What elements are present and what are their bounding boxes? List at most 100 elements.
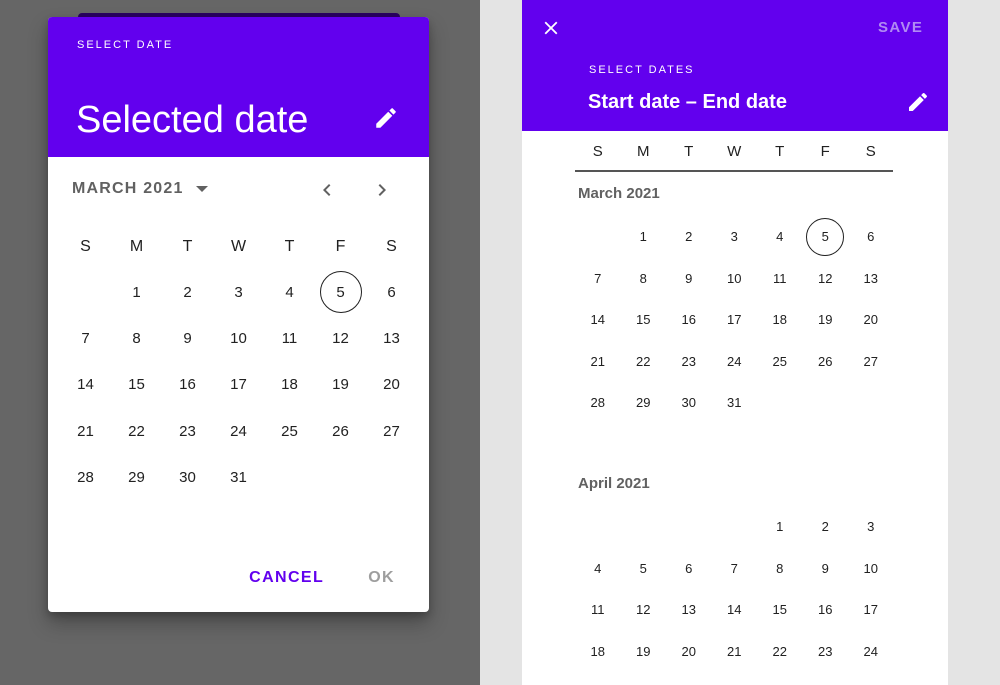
month-year-selector[interactable]: MARCH 2021: [72, 180, 208, 198]
day-cell[interactable]: 3: [213, 269, 264, 315]
day-cell[interactable]: 24: [213, 408, 264, 454]
day-cell[interactable]: 13: [666, 589, 712, 631]
day-cell[interactable]: 31: [213, 455, 264, 501]
day-cell[interactable]: 19: [315, 362, 366, 408]
day-cell[interactable]: 7: [60, 315, 111, 361]
day-cell[interactable]: 13: [848, 258, 894, 300]
day-cell[interactable]: 24: [848, 631, 894, 673]
day-cell[interactable]: 27: [848, 341, 894, 383]
day-cell[interactable]: 23: [162, 408, 213, 454]
day-cell[interactable]: 8: [621, 258, 667, 300]
day-cell[interactable]: 4: [575, 548, 621, 590]
day-number: 23: [681, 353, 696, 369]
day-cell[interactable]: 17: [213, 362, 264, 408]
weekday-label: S: [865, 143, 876, 160]
day-cell[interactable]: 29: [621, 382, 667, 424]
day-cell[interactable]: 18: [264, 362, 315, 408]
day-number: 16: [818, 602, 833, 618]
day-cell[interactable]: 25: [264, 408, 315, 454]
day-cell[interactable]: 2: [803, 506, 849, 548]
day-cell[interactable]: 12: [315, 315, 366, 361]
day-cell[interactable]: 15: [111, 362, 162, 408]
day-cell[interactable]: 9: [666, 258, 712, 300]
day-cell[interactable]: 13: [366, 315, 417, 361]
day-cell[interactable]: 22: [757, 631, 803, 673]
day-cell[interactable]: 19: [803, 299, 849, 341]
day-cell[interactable]: 12: [803, 258, 849, 300]
day-cell[interactable]: 19: [621, 631, 667, 673]
day-cell[interactable]: 23: [666, 341, 712, 383]
day-cell[interactable]: 7: [575, 258, 621, 300]
day-cell[interactable]: 20: [366, 362, 417, 408]
day-cell[interactable]: 11: [264, 315, 315, 361]
day-cell[interactable]: 2: [162, 269, 213, 315]
day-cell[interactable]: 29: [111, 455, 162, 501]
day-cell[interactable]: 10: [712, 258, 758, 300]
day-cell[interactable]: 21: [712, 631, 758, 673]
pencil-icon[interactable]: [906, 90, 930, 114]
chevron-right-icon[interactable]: [370, 178, 394, 202]
day-cell[interactable]: 1: [757, 506, 803, 548]
day-cell[interactable]: 26: [315, 408, 366, 454]
day-cell[interactable]: 14: [60, 362, 111, 408]
day-cell[interactable]: 30: [162, 455, 213, 501]
day-cell[interactable]: 17: [712, 299, 758, 341]
ok-button[interactable]: OK: [352, 560, 411, 596]
day-cell[interactable]: 12: [621, 589, 667, 631]
day-cell[interactable]: 26: [803, 341, 849, 383]
day-cell[interactable]: 25: [757, 341, 803, 383]
day-cell[interactable]: 20: [848, 299, 894, 341]
save-button[interactable]: SAVE: [878, 19, 923, 36]
day-cell[interactable]: 15: [757, 589, 803, 631]
day-cell[interactable]: 8: [111, 315, 162, 361]
day-cell[interactable]: 30: [666, 382, 712, 424]
day-cell[interactable]: 10: [848, 548, 894, 590]
day-cell[interactable]: 11: [575, 589, 621, 631]
day-cell[interactable]: 28: [575, 382, 621, 424]
cancel-button[interactable]: CANCEL: [233, 560, 340, 596]
day-cell[interactable]: 23: [803, 631, 849, 673]
day-cell[interactable]: 2: [666, 216, 712, 258]
day-cell[interactable]: 21: [60, 408, 111, 454]
day-cell[interactable]: 20: [666, 631, 712, 673]
pencil-icon[interactable]: [373, 105, 399, 131]
day-cell[interactable]: 9: [803, 548, 849, 590]
close-icon[interactable]: [540, 17, 562, 39]
day-cell[interactable]: 14: [575, 299, 621, 341]
day-cell[interactable]: 14: [712, 589, 758, 631]
day-cell-today[interactable]: 5: [315, 269, 366, 315]
day-cell[interactable]: 22: [111, 408, 162, 454]
day-cell[interactable]: 6: [666, 548, 712, 590]
day-cell[interactable]: 18: [575, 631, 621, 673]
day-cell[interactable]: 3: [848, 506, 894, 548]
day-cell[interactable]: 15: [621, 299, 667, 341]
day-cell[interactable]: 8: [757, 548, 803, 590]
day-cell[interactable]: 6: [366, 269, 417, 315]
day-cell[interactable]: 17: [848, 589, 894, 631]
month-grid: 1 2 3 4 5 6 7 8 9 10 11 12 13 14 15 16 17 18 19 20 21 22 23 24: [575, 506, 893, 672]
day-cell[interactable]: 7: [712, 548, 758, 590]
day-cell[interactable]: 6: [848, 216, 894, 258]
day-cell[interactable]: 28: [60, 455, 111, 501]
day-cell[interactable]: 16: [803, 589, 849, 631]
day-cell[interactable]: 4: [757, 216, 803, 258]
day-cell[interactable]: 16: [666, 299, 712, 341]
day-cell[interactable]: 24: [712, 341, 758, 383]
day-cell[interactable]: 5: [621, 548, 667, 590]
day-cell[interactable]: 18: [757, 299, 803, 341]
day-cell[interactable]: 16: [162, 362, 213, 408]
day-cell[interactable]: 3: [712, 216, 758, 258]
day-cell[interactable]: 21: [575, 341, 621, 383]
day-cell[interactable]: 22: [621, 341, 667, 383]
day-cell-today[interactable]: 5: [803, 216, 849, 258]
day-cell[interactable]: 1: [621, 216, 667, 258]
day-number: 9: [821, 560, 829, 576]
day-cell[interactable]: 1: [111, 269, 162, 315]
day-cell[interactable]: 10: [213, 315, 264, 361]
day-cell[interactable]: 27: [366, 408, 417, 454]
chevron-left-icon[interactable]: [315, 178, 339, 202]
day-cell[interactable]: 4: [264, 269, 315, 315]
day-cell[interactable]: 11: [757, 258, 803, 300]
day-cell[interactable]: 9: [162, 315, 213, 361]
day-cell[interactable]: 31: [712, 382, 758, 424]
